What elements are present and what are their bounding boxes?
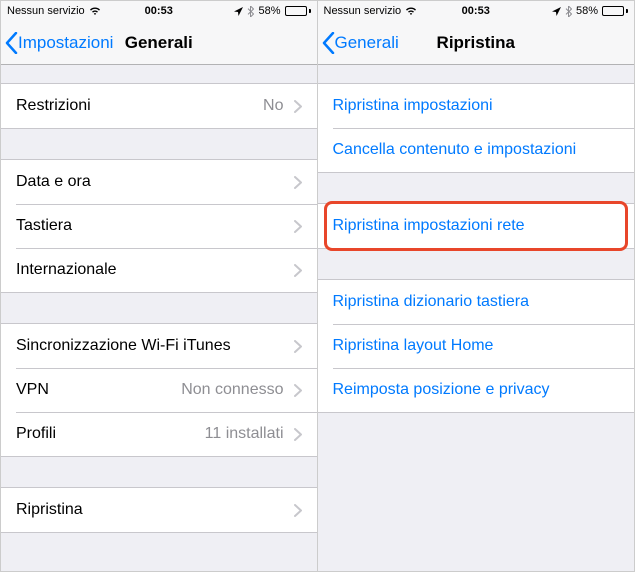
list-item-label: Data e ora bbox=[16, 173, 294, 191]
status-time: 00:53 bbox=[1, 5, 317, 17]
back-button[interactable]: Impostazioni bbox=[1, 32, 113, 54]
list-item[interactable]: Ripristina bbox=[1, 488, 317, 532]
list-item[interactable]: Sincronizzazione Wi-Fi iTunes bbox=[1, 324, 317, 368]
list-group: Data e ora Tastiera Internazionale bbox=[1, 159, 317, 293]
list-group: Ripristina impostazioni Cancella contenut… bbox=[318, 83, 635, 173]
nav-bar: Impostazioni Generali bbox=[1, 21, 317, 65]
list-item-value: 11 installati bbox=[205, 425, 284, 443]
chevron-right-icon bbox=[294, 340, 302, 353]
list-group: Sincronizzazione Wi-Fi iTunes VPNNon conn… bbox=[1, 323, 317, 457]
list-item[interactable]: Ripristina impostazioni rete bbox=[318, 204, 635, 248]
back-label: Generali bbox=[335, 33, 399, 53]
list-item-label: Ripristina dizionario tastiera bbox=[333, 293, 620, 311]
back-label: Impostazioni bbox=[18, 33, 113, 53]
list-item-label: Profili bbox=[16, 425, 205, 443]
chevron-right-icon bbox=[294, 264, 302, 277]
list-item[interactable]: Reimposta posizione e privacy bbox=[318, 368, 635, 412]
back-button[interactable]: Generali bbox=[318, 32, 399, 54]
list-group: Ripristina bbox=[1, 487, 317, 533]
list-group: RestrizioniNo bbox=[1, 83, 317, 129]
reset-list: Ripristina impostazioni Cancella contenut… bbox=[318, 65, 635, 571]
chevron-right-icon bbox=[294, 504, 302, 517]
chevron-right-icon bbox=[294, 220, 302, 233]
list-item[interactable]: VPNNon connesso bbox=[1, 368, 317, 412]
status-time: 00:53 bbox=[318, 5, 635, 17]
screen-ripristina: Nessun servizio 00:53 58% bbox=[318, 1, 635, 571]
list-item-label: Restrizioni bbox=[16, 97, 263, 115]
list-item[interactable]: Ripristina layout Home bbox=[318, 324, 635, 368]
list-item-value: No bbox=[263, 97, 283, 115]
chevron-left-icon bbox=[5, 32, 18, 54]
list-group: Ripristina impostazioni rete bbox=[318, 203, 635, 249]
nav-bar: Generali Ripristina bbox=[318, 21, 635, 65]
chevron-right-icon bbox=[294, 384, 302, 397]
list-item-label: Tastiera bbox=[16, 217, 294, 235]
list-item-label: Sincronizzazione Wi-Fi iTunes bbox=[16, 337, 294, 355]
status-bar: Nessun servizio 00:53 58% bbox=[318, 1, 635, 21]
chevron-left-icon bbox=[322, 32, 335, 54]
list-item-label: Ripristina impostazioni bbox=[333, 97, 620, 115]
screen-generali: Nessun servizio 00:53 58% bbox=[1, 1, 318, 571]
list-item[interactable]: Tastiera bbox=[1, 204, 317, 248]
dual-screenshot: Nessun servizio 00:53 58% bbox=[0, 0, 635, 572]
status-bar: Nessun servizio 00:53 58% bbox=[1, 1, 317, 21]
list-item-label: Reimposta posizione e privacy bbox=[333, 381, 620, 399]
list-item[interactable]: Data e ora bbox=[1, 160, 317, 204]
list-item[interactable]: Internazionale bbox=[1, 248, 317, 292]
chevron-right-icon bbox=[294, 100, 302, 113]
list-item-label: VPN bbox=[16, 381, 181, 399]
list-item[interactable]: Ripristina impostazioni bbox=[318, 84, 635, 128]
list-item-label: Cancella contenuto e impostazioni bbox=[333, 141, 620, 159]
list-item-label: Ripristina impostazioni rete bbox=[333, 217, 620, 235]
list-item[interactable]: Cancella contenuto e impostazioni bbox=[318, 128, 635, 172]
list-item[interactable]: Ripristina dizionario tastiera bbox=[318, 280, 635, 324]
list-item-label: Ripristina bbox=[16, 501, 294, 519]
list-item[interactable]: RestrizioniNo bbox=[1, 84, 317, 128]
list-item-label: Ripristina layout Home bbox=[333, 337, 620, 355]
list-item-value: Non connesso bbox=[181, 381, 283, 399]
chevron-right-icon bbox=[294, 428, 302, 441]
list-item-label: Internazionale bbox=[16, 261, 294, 279]
list-group: Ripristina dizionario tastiera Ripristina… bbox=[318, 279, 635, 413]
settings-list: RestrizioniNo Data e ora Tastiera Internazi… bbox=[1, 65, 317, 571]
chevron-right-icon bbox=[294, 176, 302, 189]
list-item[interactable]: Profili11 installati bbox=[1, 412, 317, 456]
